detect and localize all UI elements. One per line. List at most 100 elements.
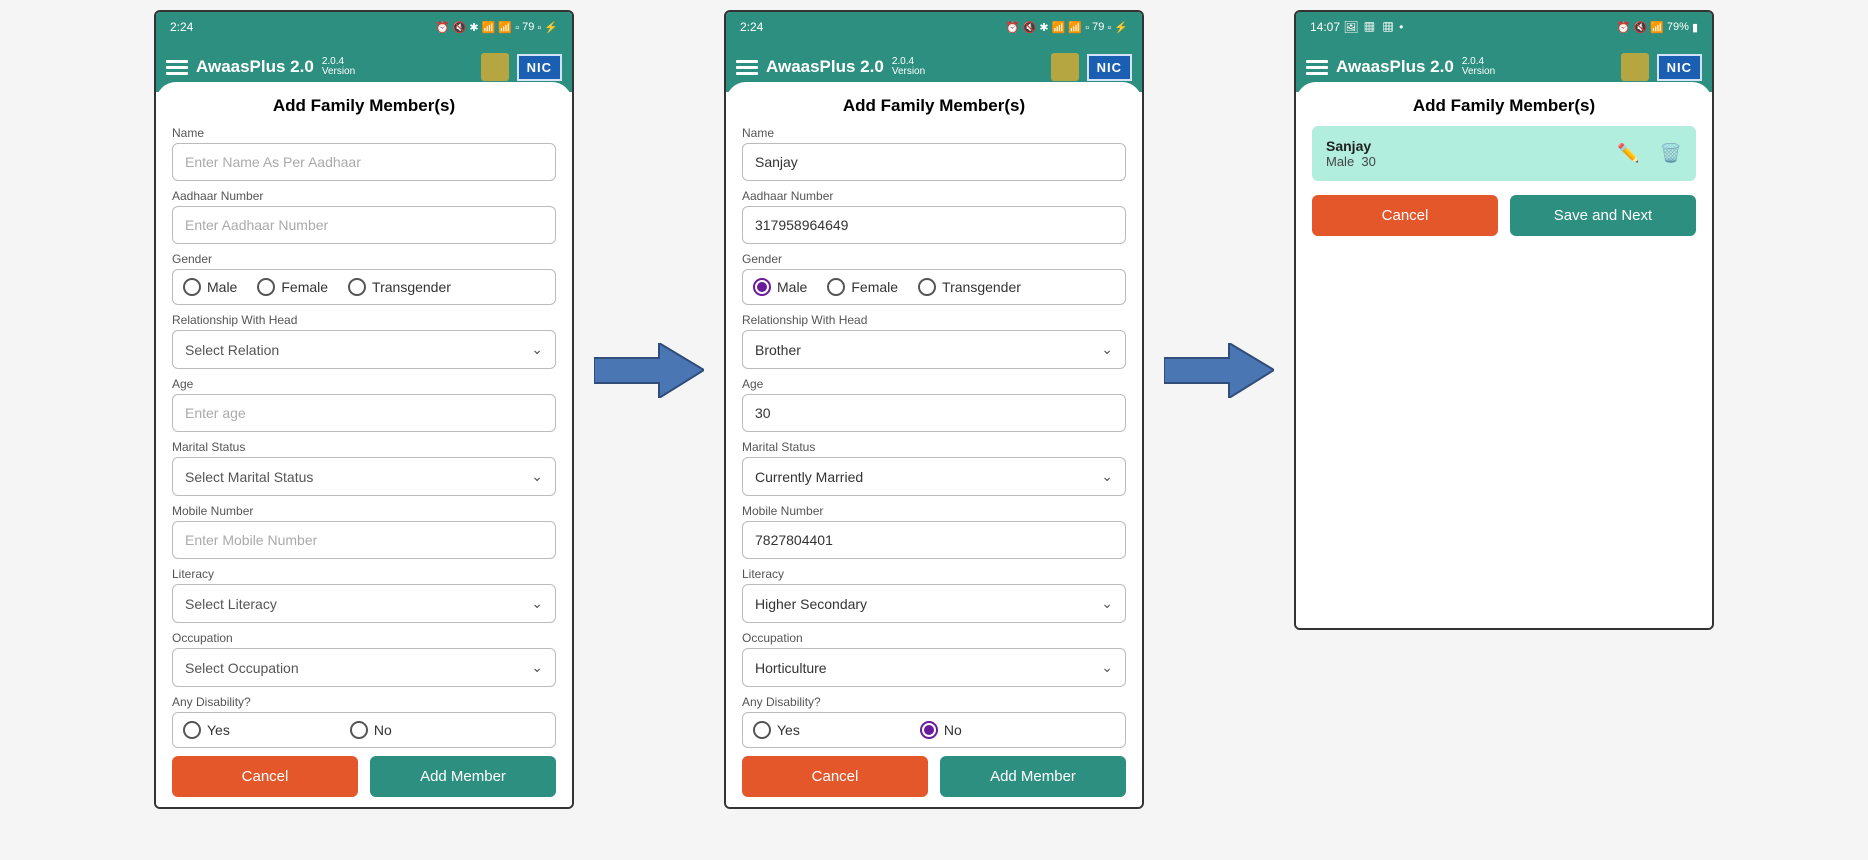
save-next-button[interactable]: Save and Next: [1510, 195, 1696, 236]
menu-icon[interactable]: [166, 60, 188, 75]
status-bar: 2:24 ⏰ 🔇 ✱ 📶 📶 ▫79▫ ⚡: [726, 12, 1142, 42]
status-icons: ⏰ 🔇 ✱ 📶 📶 ▫79▫ ⚡: [1006, 21, 1128, 34]
label-relation: Relationship With Head: [742, 313, 1126, 327]
label-age: Age: [742, 377, 1126, 391]
label-marital: Marital Status: [742, 440, 1126, 454]
status-bar: 14:07 🖼 ◼ ◼ • ⏰ 🔇 📶 79% ▮: [1296, 12, 1712, 42]
radio-no[interactable]: No: [350, 721, 392, 739]
occupation-select[interactable]: Horticulture⌄: [742, 648, 1126, 687]
radio-transgender[interactable]: Transgender: [918, 278, 1021, 296]
nic-badge: NIC: [1657, 54, 1702, 81]
app-version: 2.0.4Version: [892, 57, 925, 77]
aadhaar-input[interactable]: [172, 206, 556, 244]
occupation-select[interactable]: Select Occupation⌄: [172, 648, 556, 687]
radio-male[interactable]: Male: [753, 278, 807, 296]
menu-icon[interactable]: [736, 60, 758, 75]
label-marital: Marital Status: [172, 440, 556, 454]
aadhaar-input[interactable]: [742, 206, 1126, 244]
label-occupation: Occupation: [742, 631, 1126, 645]
label-occupation: Occupation: [172, 631, 556, 645]
radio-female[interactable]: Female: [257, 278, 328, 296]
marital-select[interactable]: Select Marital Status⌄: [172, 457, 556, 496]
age-input[interactable]: [172, 394, 556, 432]
app-version: 2.0.4Version: [322, 57, 355, 77]
edit-icon[interactable]: ✏️: [1617, 143, 1639, 164]
form-content: Add Family Member(s) Name Aadhaar Number…: [726, 82, 1142, 807]
label-age: Age: [172, 377, 556, 391]
phone-screen-1: 2:24 ⏰ 🔇 ✱ 📶 📶 ▫79▫ ⚡ AwaasPlus 2.0 2.0.…: [154, 10, 574, 809]
radio-yes[interactable]: Yes: [753, 721, 800, 739]
form-content: Add Family Member(s) Name Aadhaar Number…: [156, 82, 572, 807]
label-disability: Any Disability?: [742, 695, 1126, 709]
radio-no[interactable]: No: [920, 721, 962, 739]
chevron-down-icon: ⌄: [1101, 659, 1113, 676]
gender-radio-group: Male Female Transgender: [742, 269, 1126, 305]
chevron-down-icon: ⌄: [1101, 341, 1113, 358]
chevron-down-icon: ⌄: [531, 341, 543, 358]
app-title: AwaasPlus 2.0: [766, 57, 884, 77]
literacy-select[interactable]: Higher Secondary⌄: [742, 584, 1126, 623]
member-meta: Male 30: [1326, 154, 1376, 169]
button-row: Cancel Save and Next: [1312, 195, 1696, 236]
mobile-input[interactable]: [172, 521, 556, 559]
arrow-icon: [1164, 343, 1274, 398]
chevron-down-icon: ⌄: [531, 595, 543, 612]
radio-female[interactable]: Female: [827, 278, 898, 296]
member-info: Sanjay Male 30: [1326, 138, 1376, 169]
page-title: Add Family Member(s): [172, 96, 556, 116]
age-input[interactable]: [742, 394, 1126, 432]
radio-yes[interactable]: Yes: [183, 721, 230, 739]
phone-screen-3: 14:07 🖼 ◼ ◼ • ⏰ 🔇 📶 79% ▮ AwaasPlus 2.0 …: [1294, 10, 1714, 630]
label-literacy: Literacy: [172, 567, 556, 581]
label-name: Name: [742, 126, 1126, 140]
status-icons: ⏰ 🔇 ✱ 📶 📶 ▫79▫ ⚡: [436, 21, 558, 34]
cancel-button[interactable]: Cancel: [172, 756, 358, 797]
label-disability: Any Disability?: [172, 695, 556, 709]
member-card: Sanjay Male 30 ✏️ 🗑️: [1312, 126, 1696, 181]
label-literacy: Literacy: [742, 567, 1126, 581]
cancel-button[interactable]: Cancel: [1312, 195, 1498, 236]
radio-male[interactable]: Male: [183, 278, 237, 296]
emblem-icon: [481, 53, 509, 81]
status-time: 2:24: [170, 20, 193, 34]
page-title: Add Family Member(s): [1312, 96, 1696, 116]
label-name: Name: [172, 126, 556, 140]
radio-transgender[interactable]: Transgender: [348, 278, 451, 296]
label-mobile: Mobile Number: [172, 504, 556, 518]
button-row: Cancel Add Member: [172, 756, 556, 797]
chevron-down-icon: ⌄: [1101, 468, 1113, 485]
label-gender: Gender: [172, 252, 556, 266]
relation-select[interactable]: Select Relation⌄: [172, 330, 556, 369]
emblem-icon: [1621, 53, 1649, 81]
add-member-button[interactable]: Add Member: [370, 756, 556, 797]
nic-badge: NIC: [517, 54, 562, 81]
label-aadhaar: Aadhaar Number: [742, 189, 1126, 203]
status-bar: 2:24 ⏰ 🔇 ✱ 📶 📶 ▫79▫ ⚡: [156, 12, 572, 42]
menu-icon[interactable]: [1306, 60, 1328, 75]
status-time: 14:07 🖼 ◼ ◼ •: [1310, 20, 1403, 34]
name-input[interactable]: [172, 143, 556, 181]
app-title: AwaasPlus 2.0: [196, 57, 314, 77]
app-version: 2.0.4Version: [1462, 57, 1495, 77]
disability-radio-group: Yes No: [742, 712, 1126, 748]
add-member-button[interactable]: Add Member: [940, 756, 1126, 797]
arrow-2: [1164, 10, 1274, 730]
chevron-down-icon: ⌄: [531, 468, 543, 485]
delete-icon[interactable]: 🗑️: [1660, 143, 1682, 164]
gender-radio-group: Male Female Transgender: [172, 269, 556, 305]
marital-select[interactable]: Currently Married⌄: [742, 457, 1126, 496]
member-actions: ✏️ 🗑️: [1617, 143, 1682, 164]
nic-badge: NIC: [1087, 54, 1132, 81]
cancel-button[interactable]: Cancel: [742, 756, 928, 797]
arrow-1: [594, 10, 704, 730]
emblem-icon: [1051, 53, 1079, 81]
mobile-input[interactable]: [742, 521, 1126, 559]
literacy-select[interactable]: Select Literacy⌄: [172, 584, 556, 623]
button-row: Cancel Add Member: [742, 756, 1126, 797]
status-time: 2:24: [740, 20, 763, 34]
status-icons: ⏰ 🔇 📶 79% ▮: [1617, 21, 1698, 34]
name-input[interactable]: [742, 143, 1126, 181]
relation-select[interactable]: Brother⌄: [742, 330, 1126, 369]
label-relation: Relationship With Head: [172, 313, 556, 327]
chevron-down-icon: ⌄: [1101, 595, 1113, 612]
